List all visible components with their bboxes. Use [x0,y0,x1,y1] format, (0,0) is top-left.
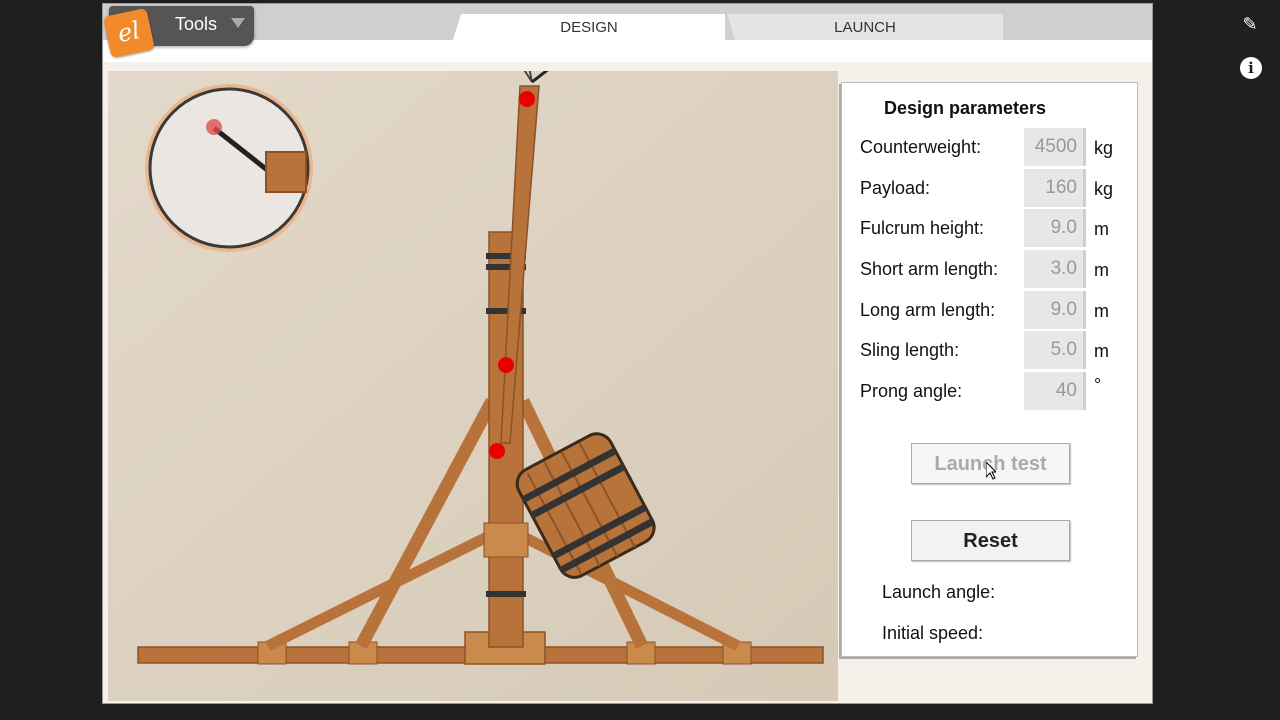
sling-length-field[interactable]: 5.0 [1024,331,1086,369]
param-row-payload: Payload: 160 kg [860,168,1130,208]
tab-design[interactable]: DESIGN [453,14,725,40]
param-label: Prong angle: [860,381,963,401]
info-icon[interactable]: i [1240,57,1262,79]
arm-tip-marker[interactable] [519,91,535,107]
counterweight-field[interactable]: 4500 [1024,128,1086,166]
trebuchet-illustration [108,71,838,701]
param-label: Short arm length: [860,259,999,279]
short-arm-marker[interactable] [489,443,505,459]
param-row-fulcrum-height: Fulcrum height: 9.0 m [860,208,1130,248]
payload-field[interactable]: 160 [1024,169,1086,207]
param-row-short-arm-length: Short arm length: 3.0 m [860,249,1130,289]
long-arm-length-field[interactable]: 9.0 [1024,291,1086,329]
chevron-down-icon [231,18,245,28]
tab-launch[interactable]: LAUNCH [727,14,1003,40]
param-row-prong-angle: Prong angle: 40 ° [860,371,1130,411]
tools-label: Tools [175,14,218,34]
param-unit: kg [1094,138,1114,158]
param-label: Counterweight: [860,137,982,157]
top-bar-strip [103,40,1152,62]
param-row-long-arm-length: Long arm length: 9.0 m [860,290,1130,330]
param-unit: kg [1094,179,1114,199]
fulcrum-height-field[interactable]: 9.0 [1024,209,1086,247]
short-arm-length-field[interactable]: 3.0 [1024,250,1086,288]
param-label: Fulcrum height: [860,218,985,238]
param-label: Long arm length: [860,300,996,320]
gizmo-window: Tools el DESIGN LAUNCH Design parameters… [102,3,1153,704]
launch-angle-label: Launch angle: [882,582,996,602]
param-label: Sling length: [860,340,960,360]
mouse-cursor-icon [986,462,996,480]
param-unit: ° [1094,375,1102,395]
fulcrum-marker[interactable] [498,357,514,373]
explorelearning-logo: el [103,7,155,59]
reset-button[interactable]: Reset [911,520,1070,561]
prong-angle-field[interactable]: 40 [1024,372,1086,410]
design-parameters-panel: Design parameters Counterweight: 4500 kg… [841,82,1138,657]
param-row-counterweight: Counterweight: 4500 kg [860,127,1130,167]
pin-icon[interactable]: ✎ [1240,14,1260,34]
panel-title: Design parameters [884,98,1047,118]
param-label: Payload: [860,178,931,198]
simulation-stage [108,71,838,701]
zoom-gauge[interactable] [145,84,313,252]
param-unit: m [1094,301,1109,321]
param-unit: m [1094,341,1109,361]
initial-speed-label: Initial speed: [882,623,984,643]
param-unit: m [1094,260,1109,280]
param-unit: m [1094,219,1109,239]
param-row-sling-length: Sling length: 5.0 m [860,330,1130,370]
